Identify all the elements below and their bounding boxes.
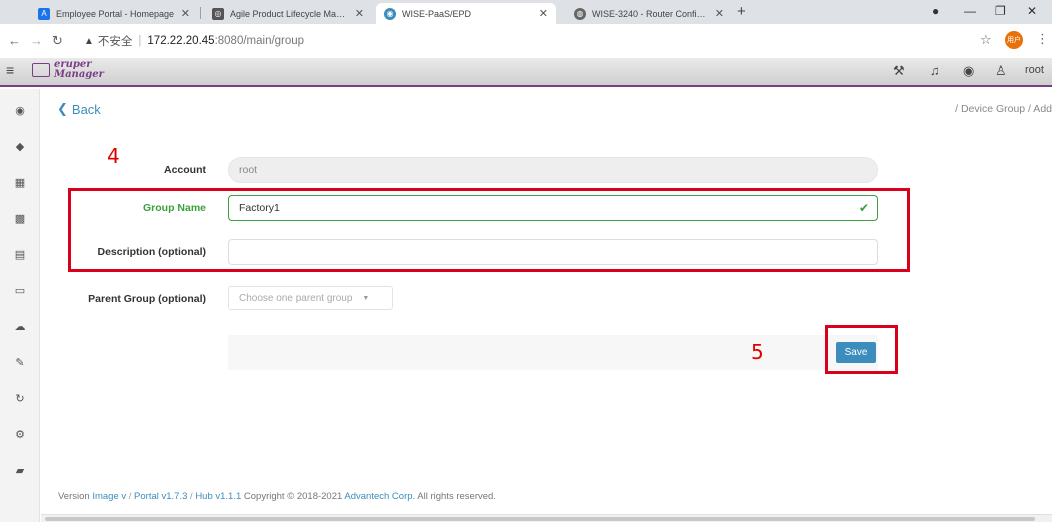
portal-icon: A bbox=[38, 7, 50, 20]
id-card-icon[interactable]: ▤ bbox=[0, 248, 40, 261]
address-bar-row: ← → ↻ ▲ 不安全 | 172.22.20.45 :8080/main/gr… bbox=[0, 24, 1052, 58]
cloud-icon[interactable]: ☁ bbox=[0, 320, 40, 333]
restore-button[interactable]: ❐ bbox=[995, 4, 1006, 18]
footer-rights: All rights reserved. bbox=[415, 491, 496, 502]
url-separator: | bbox=[138, 35, 142, 47]
pin-icon[interactable]: ✎ bbox=[0, 356, 40, 369]
app-logo[interactable]: eruper Manager bbox=[32, 60, 104, 80]
bookmark-star-icon[interactable]: ☆ bbox=[980, 32, 992, 48]
reload-icon[interactable]: ↻ bbox=[52, 33, 63, 49]
back-label: Back bbox=[71, 101, 101, 117]
horizontal-scrollbar[interactable] bbox=[41, 514, 1052, 522]
notification-bell-icon[interactable]: ♫ bbox=[930, 63, 940, 78]
tools-icon[interactable]: ⚒ bbox=[893, 63, 905, 79]
dashboard-icon[interactable]: ◉ bbox=[0, 104, 40, 117]
scrollbar-thumb[interactable] bbox=[45, 517, 1035, 521]
footer-prefix: Version bbox=[58, 491, 93, 502]
annotation-box-save bbox=[825, 325, 898, 374]
monitor-icon[interactable]: ▭ bbox=[0, 284, 40, 297]
wise-icon: ◉ bbox=[384, 7, 396, 20]
warning-icon: ▲ bbox=[84, 35, 94, 47]
account-value: root bbox=[239, 164, 258, 176]
router-icon: ◍ bbox=[574, 7, 586, 20]
back-link[interactable]: ❮ Back bbox=[57, 101, 101, 117]
annotation-box-group-fields bbox=[68, 188, 910, 272]
user-icon[interactable]: ♙ bbox=[995, 63, 1007, 79]
close-tab-icon[interactable]: ✕ bbox=[715, 7, 724, 20]
breadcrumb: / Device Group / Add bbox=[955, 103, 1052, 115]
close-tab-icon[interactable]: ✕ bbox=[539, 7, 548, 20]
tab-title: Agile Product Lifecycle Manag bbox=[230, 8, 349, 19]
tag-icon[interactable]: ◆ bbox=[0, 140, 40, 153]
account-field: root bbox=[228, 157, 878, 183]
forward-arrow-icon[interactable]: → bbox=[30, 33, 43, 48]
browser-menu-icon[interactable]: ⋮ bbox=[1036, 31, 1049, 47]
browser-tab-router[interactable]: ◍ WISE-3240 - Router Configura ✕ bbox=[566, 3, 732, 24]
app-header: ≡ eruper Manager ⚒ ♫ ◉ ♙ root bbox=[0, 58, 1052, 87]
footer-hub-link[interactable]: Hub v1.1.1 bbox=[195, 491, 241, 502]
footer-sep: / bbox=[126, 491, 135, 502]
chevron-left-icon: ❮ bbox=[57, 101, 68, 116]
tab-separator bbox=[200, 7, 201, 19]
browser-tab-employee-portal[interactable]: A Employee Portal - Homepage ✕ bbox=[30, 3, 198, 24]
footer-copyright: Copyright © 2018-2021 bbox=[241, 491, 345, 502]
globe-icon[interactable]: ◉ bbox=[963, 63, 974, 79]
parent-group-label: Parent Group (optional) bbox=[88, 293, 206, 305]
grid-icon[interactable]: ▦ bbox=[0, 176, 40, 189]
footer: Version Image v / Portal v1.7.3 / Hub v1… bbox=[41, 491, 1052, 502]
tab-title: Employee Portal - Homepage bbox=[56, 8, 175, 19]
footer-image-link[interactable]: Image v bbox=[92, 491, 126, 502]
close-window-button[interactable]: ✕ bbox=[1027, 4, 1037, 18]
url-host: 172.22.20.45 bbox=[147, 35, 215, 47]
profile-avatar[interactable]: 用户 bbox=[1005, 31, 1023, 49]
settings-gears-icon[interactable]: ⚙ bbox=[0, 428, 40, 441]
parent-group-select[interactable]: Choose one parent group ▼ bbox=[228, 286, 393, 310]
hamburger-menu-icon[interactable]: ≡ bbox=[6, 62, 14, 78]
annotation-step-5: 5 bbox=[751, 340, 764, 364]
main-content: ❮ Back / Device Group / Add Account root… bbox=[41, 89, 1052, 514]
header-username[interactable]: root bbox=[1025, 64, 1044, 76]
image-icon[interactable]: ▩ bbox=[0, 212, 40, 225]
database-icon[interactable]: ▰ bbox=[0, 464, 40, 477]
logo-text-line2: Manager bbox=[54, 69, 104, 80]
footer-company-link[interactable]: Advantech Corp. bbox=[344, 491, 415, 502]
back-arrow-icon[interactable]: ← bbox=[8, 33, 21, 48]
refresh-icon[interactable]: ↻ bbox=[0, 392, 40, 405]
form-actions-bar: Save bbox=[228, 335, 878, 370]
logo-mark-icon bbox=[32, 63, 50, 77]
tab-title: WISE-3240 - Router Configura bbox=[592, 8, 709, 19]
parent-group-placeholder: Choose one parent group bbox=[239, 292, 353, 304]
browser-tab-strip: A Employee Portal - Homepage ✕ ◎ Agile P… bbox=[0, 0, 1052, 24]
caret-down-icon: ▼ bbox=[362, 294, 370, 302]
close-tab-icon[interactable]: ✕ bbox=[355, 7, 364, 20]
insecure-label: 不安全 bbox=[97, 36, 133, 48]
url-field[interactable]: ▲ 不安全 | 172.22.20.45 :8080/main/group bbox=[84, 29, 964, 53]
browser-tab-agile[interactable]: ◎ Agile Product Lifecycle Manag ✕ bbox=[204, 3, 372, 24]
account-label: Account bbox=[164, 164, 206, 176]
agile-icon: ◎ bbox=[212, 7, 224, 20]
record-icon[interactable]: ● bbox=[932, 4, 939, 18]
new-tab-button[interactable]: + bbox=[737, 3, 746, 20]
left-sidebar: ◉ ◆ ▦ ▩ ▤ ▭ ☁ ✎ ↻ ⚙ ▰ bbox=[0, 89, 40, 522]
url-path: :8080/main/group bbox=[214, 35, 305, 47]
annotation-step-4: 4 bbox=[107, 144, 120, 168]
browser-tab-wise-paas[interactable]: ◉ WISE-PaaS/EPD ✕ bbox=[376, 3, 556, 24]
tab-title: WISE-PaaS/EPD bbox=[402, 8, 472, 19]
close-tab-icon[interactable]: ✕ bbox=[181, 7, 190, 20]
footer-portal-link[interactable]: Portal v1.7.3 bbox=[134, 491, 187, 502]
minimize-button[interactable]: — bbox=[964, 4, 976, 18]
